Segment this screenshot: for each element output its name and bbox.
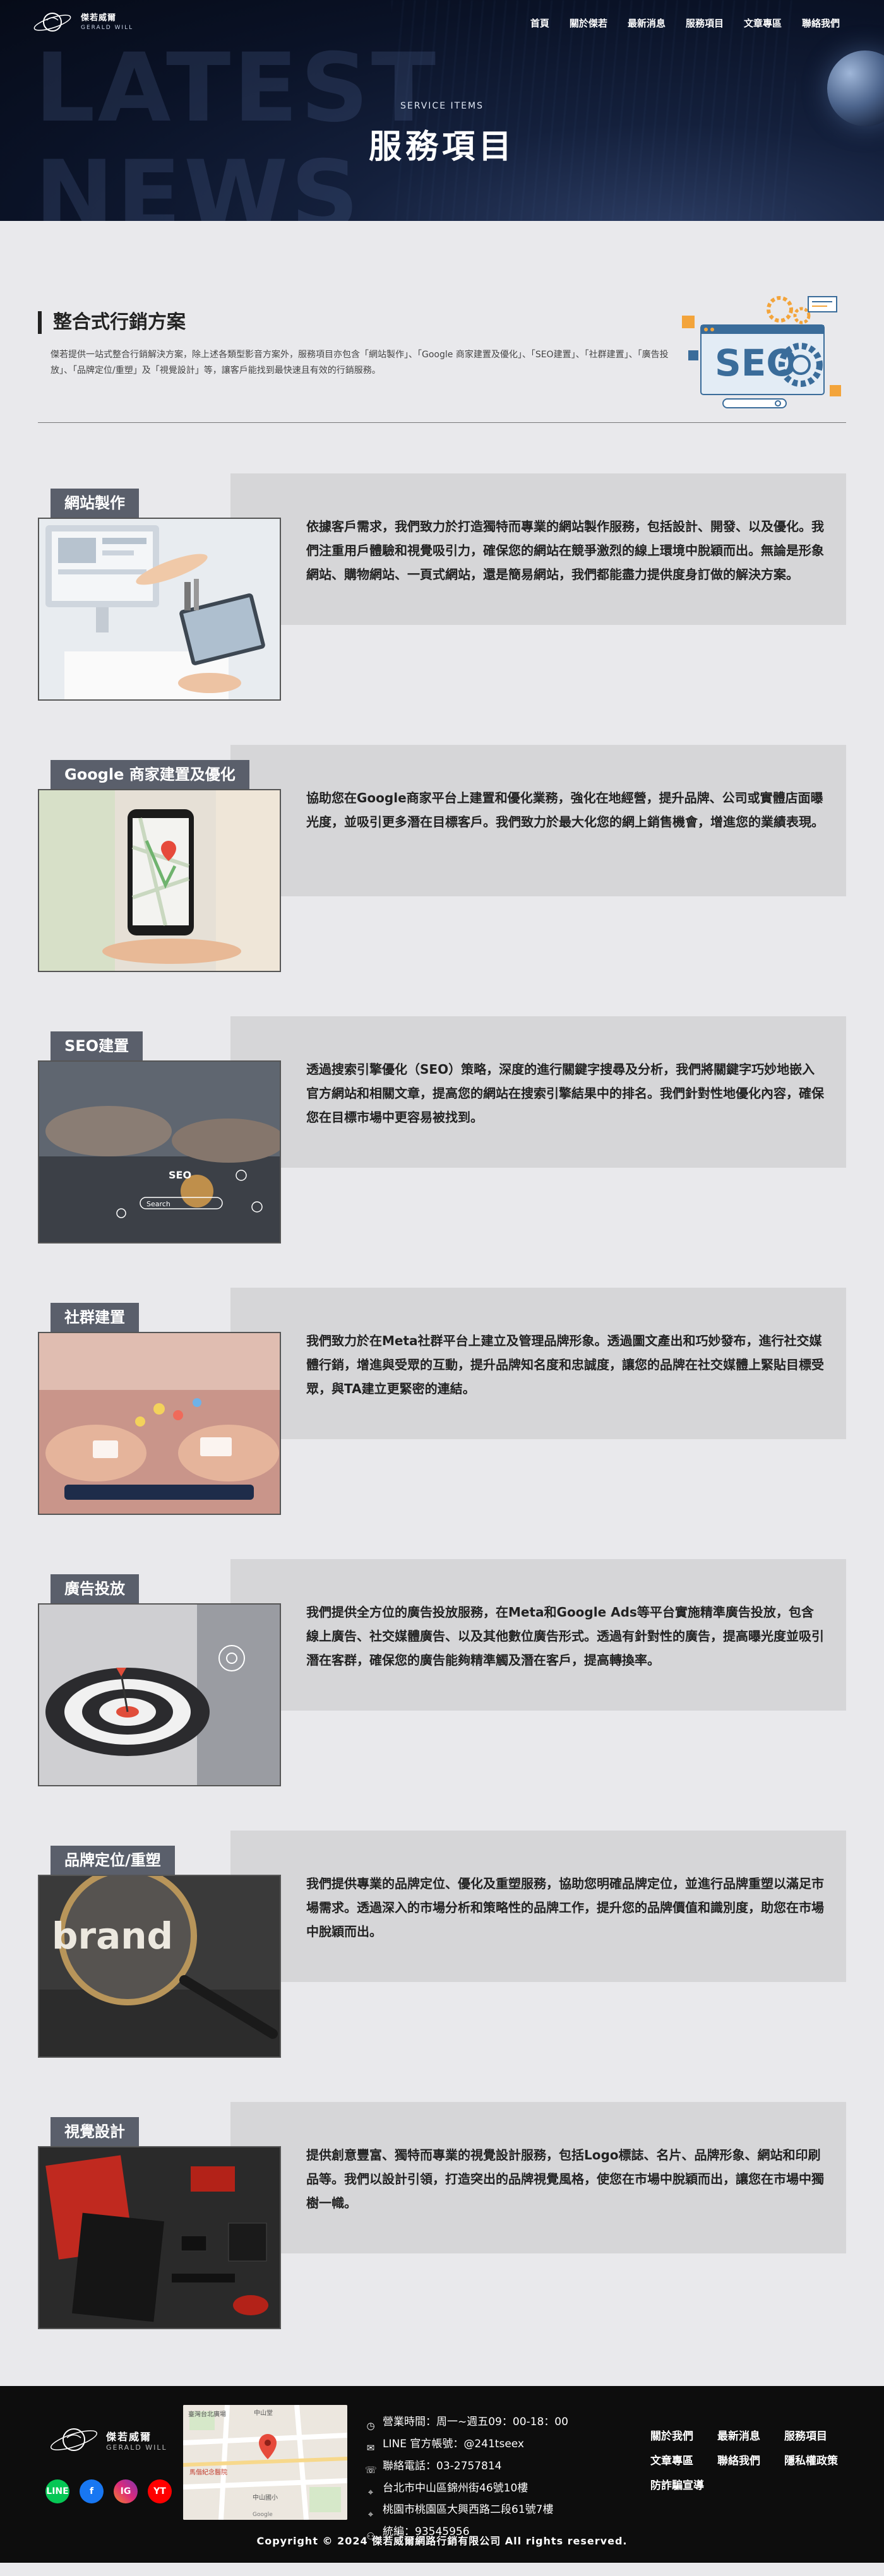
phone-icon: ☏ [365,2464,377,2476]
svg-text:中山國小: 中山國小 [253,2493,278,2502]
service-tag: 社群建置 [51,1303,139,1332]
main-menu: 首頁 關於傑若 最新消息 服務項目 文章專區 聯絡我們 [530,16,840,30]
hero-subtitle: SERVICE ITEMS [400,101,484,111]
service-photo [38,518,281,701]
svg-text:brand: brand [52,1914,173,1957]
seo-illustration-icon: SEO [682,296,841,408]
nav-home[interactable]: 首頁 [530,16,549,30]
service-description: 依據客戶需求，我們致力於打造獨特而專業的網站製作服務，包括設計、開發、以及優化。… [306,519,824,582]
service-ads: 廣告投放 我們提供全方位的廣告投放服務，在Meta和Google Ads等平台實… [38,1509,846,1786]
svg-text:Google: Google [253,2512,273,2518]
svg-text:Search: Search [146,1200,170,1208]
brand-name-en: GERALD WILL [81,24,134,31]
service-branding: 品牌定位/重塑 brand 我們提供專業的品牌定位、優化及重塑服務，協助您明確品… [38,1780,846,2058]
copyright: Copyright © 2024 傑若威爾網路行銷有限公司 All rights… [256,2535,628,2547]
footer-link-anti-fraud[interactable]: 防詐騙宣導 [650,2476,717,2492]
brand-name-en: GERALD WILL [106,2443,167,2452]
nav-services[interactable]: 服務項目 [686,16,724,30]
service-tag: 品牌定位/重塑 [51,1846,175,1875]
contact-info: ◷ 營業時間：周一~週五09：00-18：00 ✉ LINE 官方帳號：@241ts… [365,2411,568,2543]
footer-link-privacy[interactable]: 隱私權政策 [784,2452,851,2467]
location-icon: ⌖ [367,2508,374,2520]
planet-logo-icon [33,13,71,32]
service-photo: SEO Search [38,1060,281,1243]
contact-phone[interactable]: ☏ 聯絡電話：03-2757814 [365,2455,568,2478]
location-icon: ⌖ [367,2486,374,2498]
instagram-icon[interactable]: IG [114,2479,138,2503]
site-footer: 傑若威爾 GERALD WILL LINE f IG YT 中山堂 臺灣台北廣場… [0,2386,884,2563]
service-description: 透過搜索引擎優化（SEO）策略，深度的進行關鍵字搜尋及分析，我們將關鍵字巧妙地嵌… [306,1062,824,1125]
intro-description: 傑若提供一站式整合行銷解決方案，除上述各類型影音方案外，服務項目亦包含「網站製作… [51,350,669,376]
nav-news[interactable]: 最新消息 [628,16,666,30]
footer-link-services[interactable]: 服務項目 [784,2427,851,2443]
service-description: 我們提供全方位的廣告投放服務，在Meta和Google Ads等平台實施精準廣告… [306,1605,824,1668]
svg-text:馬偕紀念醫院: 馬偕紀念醫院 [189,2468,227,2476]
svg-text:SEO: SEO [169,1169,191,1181]
service-tag: 廣告投放 [51,1574,139,1603]
facebook-icon[interactable]: f [80,2479,104,2503]
service-photo [38,1332,281,1515]
hero-banner: LATEST NEWS 傑若威爾 GERALD WILL 首頁 關於傑若 最新消… [0,0,884,221]
brand-name: 傑若威爾 [106,2430,152,2443]
service-web-design: 網站製作 依據客戶需求，我們致力於打造獨特而專業的網站製作服務，包括設計、開發、… [38,423,846,701]
service-tag: 視覺設計 [51,2117,139,2146]
svg-text:臺灣台北廣場: 臺灣台北廣場 [188,2410,226,2418]
hero-planet [827,50,884,126]
footer-link-contact[interactable]: 聯絡我們 [717,2452,784,2467]
clock-icon: ◷ [366,2420,375,2432]
top-navigation: 傑若威爾 GERALD WILL 首頁 關於傑若 最新消息 服務項目 文章專區 … [0,0,884,45]
service-description: 我們致力於在Meta社群平台上建立及管理品牌形象。透過圖文產出和巧妙發布，進行社… [306,1333,824,1396]
service-visual-design: 視覺設計 提供創意豐富、獨特而專業的視覺設計服務，包括Logo標誌、名片、品牌形… [38,2051,846,2329]
service-photo: brand [38,1875,281,2058]
youtube-icon[interactable]: YT [148,2479,172,2503]
nav-articles[interactable]: 文章專區 [744,16,782,30]
nav-about[interactable]: 關於傑若 [570,16,607,30]
service-social: 社群建置 我們致力於在Meta社群平台上建立及管理品牌形象。透過圖文產出和巧妙發… [38,1237,846,1515]
contact-address-taipei: ⌖ 台北市中山區錦州街46號10樓 [365,2478,568,2500]
service-description: 我們提供專業的品牌定位、優化及重塑服務，協助您明確品牌定位，並進行品牌重塑以滿足… [306,1876,824,1939]
main-content: 整合式行銷方案 傑若提供一站式整合行銷解決方案，除上述各類型影音方案外，服務項目… [0,221,884,2329]
social-links: LINE f IG YT [45,2479,172,2503]
mail-icon: ✉ [366,2442,375,2454]
planet-logo-icon [50,2428,98,2451]
contact-address-taoyuan: ⌖ 桃園市桃園區大興西路二段61號7樓 [365,2499,568,2521]
contact-line[interactable]: ✉ LINE 官方帳號：@241tseex [365,2433,568,2455]
line-icon[interactable]: LINE [45,2479,69,2503]
location-map[interactable]: 中山堂 臺灣台北廣場 馬偕紀念醫院 中山國小 Google [183,2405,347,2520]
intro-title: 整合式行銷方案 [38,311,186,334]
service-photo [38,1603,281,1786]
service-tag: 網站製作 [51,489,139,518]
page-title: 服務項目 [368,128,515,166]
service-google-business: Google 商家建置及優化 協助您在Google商家平台上建置和優化業務，強化… [38,694,846,972]
service-photo [38,2146,281,2329]
footer-link-news[interactable]: 最新消息 [717,2427,784,2443]
contact-hours: ◷ 營業時間：周一~週五09：00-18：00 [365,2411,568,2433]
footer-link-about[interactable]: 關於我們 [650,2427,717,2443]
brand-name: 傑若威爾 [81,13,117,23]
footer-logo[interactable]: 傑若威爾 GERALD WILL [45,2421,167,2459]
service-seo: SEO建置 SEO Search 透過搜索引擎優化（SEO）策略，深度的進行關鍵… [38,966,846,1243]
footer-link-articles[interactable]: 文章專區 [650,2452,717,2467]
service-tag: SEO建置 [51,1031,143,1060]
service-description: 提供創意豐富、獨特而專業的視覺設計服務，包括Logo標誌、名片、品牌形象、網站和… [306,2147,824,2211]
site-logo[interactable]: 傑若威爾 GERALD WILL [32,6,133,38]
intro-section: 整合式行銷方案 傑若提供一站式整合行銷解決方案，除上述各類型影音方案外，服務項目… [38,221,846,423]
nav-contact[interactable]: 聯絡我們 [802,16,840,30]
service-description: 協助您在Google商家平台上建置和優化業務，強化在地經營，提升品牌、公司或實體… [306,790,824,829]
service-photo [38,789,281,972]
svg-text:中山堂: 中山堂 [254,2409,273,2417]
service-tag: Google 商家建置及優化 [51,760,249,789]
footer-links: 關於我們 最新消息 服務項目 文章專區 聯絡我們 隱私權政策 防詐騙宣導 [650,2427,851,2492]
